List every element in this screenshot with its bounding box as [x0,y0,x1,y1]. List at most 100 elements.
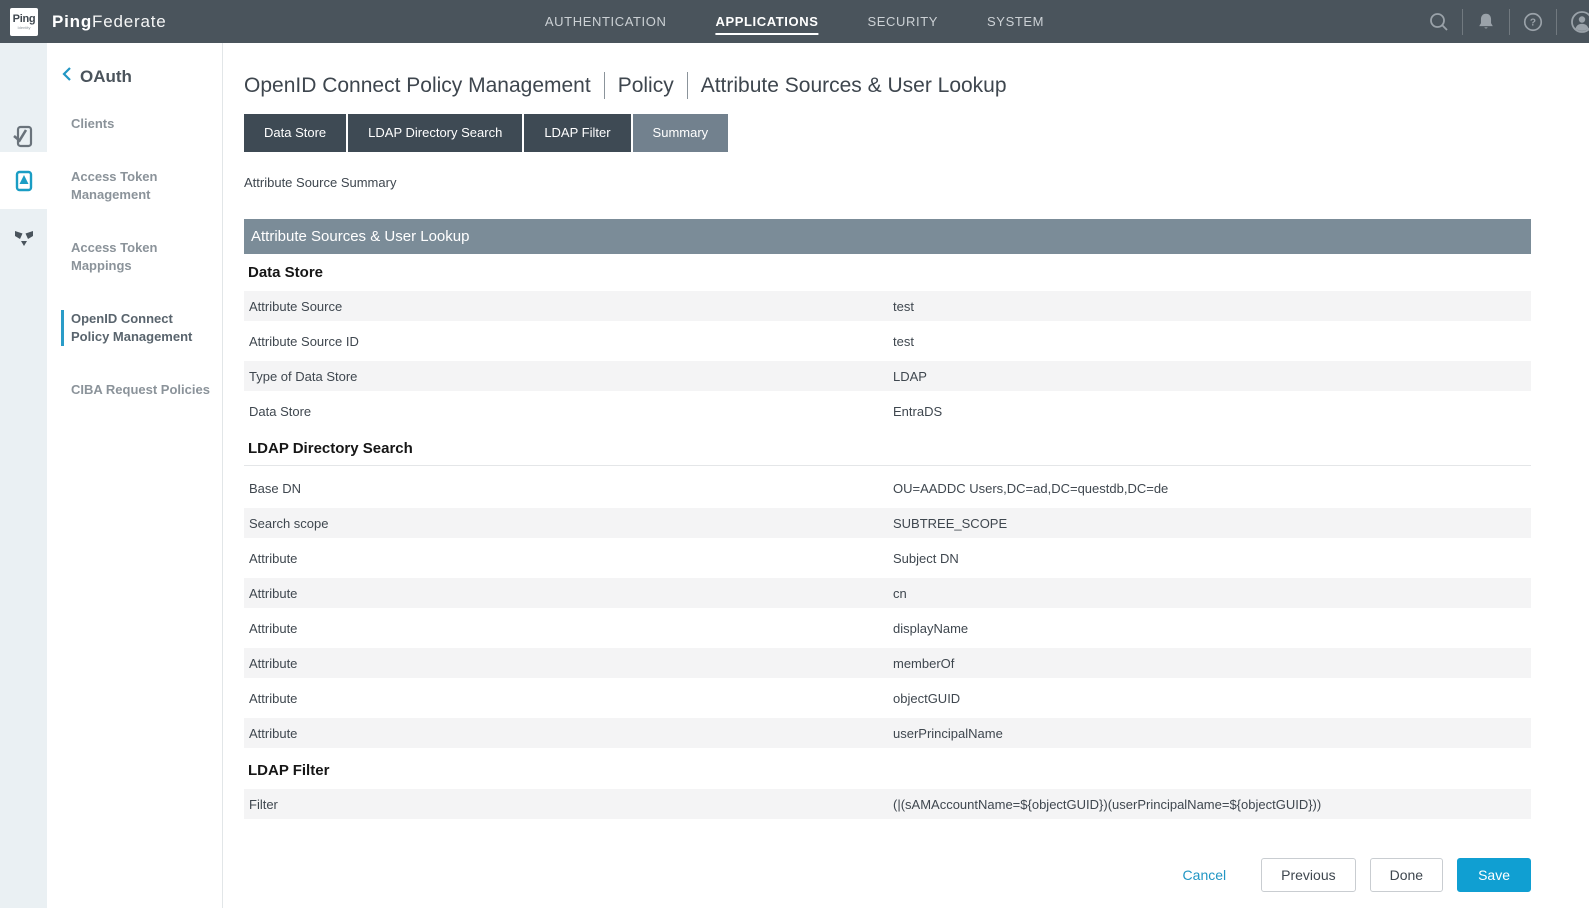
top-navigation: AUTHENTICATION APPLICATIONS SECURITY SYS… [545,0,1044,43]
section-divider [244,465,1531,466]
tab-data-store[interactable]: Data Store [244,114,346,152]
section-heading: Data Store [248,264,1531,281]
row-value: Subject DN [893,551,1531,566]
tab-summary[interactable]: Summary [633,114,729,152]
icon-divider [1462,9,1463,35]
row-value: OU=AADDC Users,DC=ad,DC=questdb,DC=de [893,481,1531,496]
summary-section: Data StoreAttribute SourcetestAttribute … [244,264,1531,426]
row-label: Base DN [249,481,893,496]
ping-logo-subtext: Identity [18,26,31,30]
summary-section: LDAP Filter Filter(|(sAMAccountName=${obj… [244,762,1531,819]
notifications-icon[interactable] [1475,11,1497,33]
save-button[interactable]: Save [1457,858,1531,892]
tab-ldap-filter[interactable]: LDAP Filter [524,114,630,152]
summary-row: AttributeSubject DN [244,543,1531,573]
row-value: SUBTREE_SCOPE [893,516,1531,531]
sidebar: OAuth Clients Access Token Management Ac… [47,43,223,908]
row-label: Attribute [249,656,893,671]
summary-row: AttributedisplayName [244,613,1531,643]
tab-ldap-directory-search[interactable]: LDAP Directory Search [348,114,522,152]
done-button[interactable]: Done [1370,858,1443,892]
row-value: memberOf [893,656,1531,671]
row-value: test [893,334,1531,349]
help-icon[interactable]: ? [1522,11,1544,33]
breadcrumb-part-2: Policy [618,74,674,98]
summary-row: AttributememberOf [244,648,1531,678]
section-heading: LDAP Directory Search [248,440,1531,457]
ping-logo-text: Ping [13,14,36,25]
breadcrumb-separator [687,72,688,99]
sidebar-item-access-token-management[interactable]: Access Token Management [61,168,211,204]
row-label: Type of Data Store [249,369,893,384]
row-label: Attribute [249,586,893,601]
nav-system[interactable]: SYSTEM [987,10,1044,33]
nav-security[interactable]: SECURITY [867,10,938,33]
row-label: Attribute [249,726,893,741]
top-bar-icons: ? [1428,0,1589,43]
breadcrumb-part-1: OpenID Connect Policy Management [244,74,591,98]
summary-row: Type of Data StoreLDAP [244,361,1531,391]
summary-row: Attribute Sourcetest [244,291,1531,321]
top-bar: Ping Identity PingFederate AUTHENTICATIO… [0,0,1589,43]
icon-divider [1556,9,1557,35]
summary-row: Search scopeSUBTREE_SCOPE [244,508,1531,538]
summary-row: Attributecn [244,578,1531,608]
summary-row: Filter(|(sAMAccountName=${objectGUID})(u… [244,789,1531,819]
brand: Ping Identity PingFederate [0,8,166,36]
row-value: userPrincipalName [893,726,1531,741]
icon-rail [0,43,47,908]
row-label: Search scope [249,516,893,531]
nav-applications[interactable]: APPLICATIONS [715,10,818,33]
row-label: Attribute [249,621,893,636]
summary-section: LDAP Directory Search Base DNOU=AADDC Use… [244,440,1531,748]
footer-actions: Cancel Previous Done Save [244,858,1531,892]
row-label: Attribute [249,551,893,566]
access-token-icon[interactable] [0,152,47,209]
row-value: objectGUID [893,691,1531,706]
sidebar-back-label: OAuth [80,67,132,87]
product-name-light: Federate [92,12,166,31]
product-name-bold: Ping [52,12,92,31]
summary-row: Data StoreEntraDS [244,396,1531,426]
cancel-button[interactable]: Cancel [1183,867,1227,883]
svg-text:?: ? [1530,17,1536,28]
row-value: EntraDS [893,404,1531,419]
summary-row: Base DNOU=AADDC Users,DC=ad,DC=questdb,D… [244,473,1531,503]
sidebar-item-access-token-mappings[interactable]: Access Token Mappings [61,239,211,275]
search-icon[interactable] [1428,11,1450,33]
row-label: Attribute Source ID [249,334,893,349]
main-content: OpenID Connect Policy Management Policy … [224,43,1589,908]
icon-divider [1509,9,1510,35]
row-label: Filter [249,797,893,812]
row-value: (|(sAMAccountName=${objectGUID})(userPri… [893,797,1531,812]
row-label: Attribute [249,691,893,706]
product-name: PingFederate [52,12,166,32]
mappings-icon[interactable] [0,209,47,266]
breadcrumb: OpenID Connect Policy Management Policy … [244,72,1531,99]
user-avatar-icon[interactable] [1569,9,1589,35]
summary-row: AttributeobjectGUID [244,683,1531,713]
section-heading: LDAP Filter [248,762,1531,779]
sidebar-item-openid-connect-policy-management[interactable]: OpenID Connect Policy Management [61,310,211,346]
sidebar-back-oauth[interactable]: OAuth [61,66,222,87]
sidebar-item-ciba-request-policies[interactable]: CIBA Request Policies [61,381,211,399]
row-value: LDAP [893,369,1531,384]
nav-authentication[interactable]: AUTHENTICATION [545,10,667,33]
row-label: Attribute Source [249,299,893,314]
panel-header: Attribute Sources & User Lookup [244,219,1531,254]
summary-description: Attribute Source Summary [244,175,1531,190]
previous-button[interactable]: Previous [1261,858,1355,892]
breadcrumb-separator [604,72,605,99]
chevron-left-icon [61,66,72,87]
breadcrumb-part-3: Attribute Sources & User Lookup [701,74,1007,98]
summary-row: Attribute Source IDtest [244,326,1531,356]
ping-logo: Ping Identity [10,8,38,36]
row-label: Data Store [249,404,893,419]
sidebar-menu: Clients Access Token Management Access T… [61,115,222,399]
row-value: cn [893,586,1531,601]
summary-sections: Data StoreAttribute SourcetestAttribute … [244,264,1531,819]
summary-row: AttributeuserPrincipalName [244,718,1531,748]
row-value: displayName [893,621,1531,636]
sidebar-item-clients[interactable]: Clients [61,115,211,133]
row-value: test [893,299,1531,314]
